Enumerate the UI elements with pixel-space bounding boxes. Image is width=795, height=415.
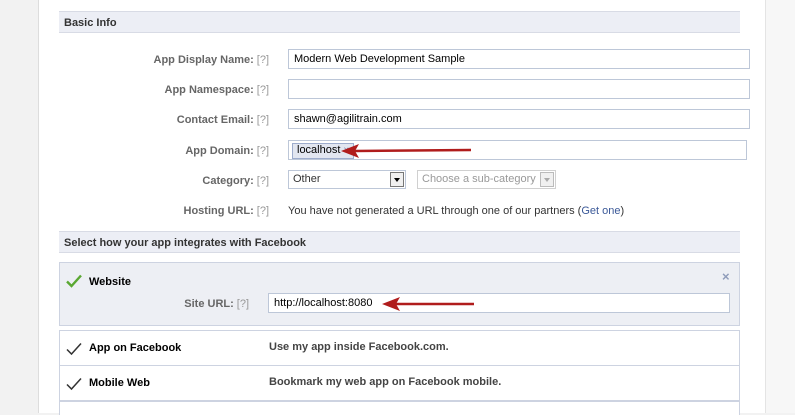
annotation-arrow-icon [341, 144, 472, 158]
website-integration: Website × Site URL: [?] http://localhost:… [59, 262, 740, 326]
contact-email-row: Contact Email: [?] shawn@agilitrain.com [59, 107, 750, 133]
mobile-web-title: Mobile Web [89, 377, 150, 389]
get-one-link[interactable]: Get one [581, 205, 620, 217]
help-link[interactable]: [?] [257, 84, 269, 96]
site-url-input[interactable]: http://localhost:8080 [268, 293, 730, 313]
annotation-arrow-icon [382, 297, 474, 311]
hosting-url-text: You have not generated a URL through one… [288, 205, 625, 217]
app-namespace-row: App Namespace: [?] [59, 77, 750, 103]
check-icon[interactable] [66, 377, 82, 391]
app-display-name-input[interactable]: Modern Web Development Sample [288, 49, 750, 69]
chevron-down-icon [540, 172, 554, 187]
app-on-facebook-title: App on Facebook [89, 342, 182, 354]
help-link[interactable]: [?] [257, 114, 269, 126]
close-icon[interactable]: × [722, 269, 730, 284]
right-gutter [765, 0, 795, 413]
hosting-url-row: Hosting URL: [?] You have not generated a… [59, 198, 740, 224]
contact-email-label: Contact Email: [?] [176, 114, 269, 126]
app-display-name-row: App Display Name: [?] Modern Web Developm… [59, 47, 750, 73]
help-link[interactable]: [?] [257, 205, 269, 217]
help-link[interactable]: [?] [257, 175, 269, 187]
category-label: Category: [?] [202, 175, 269, 187]
mobile-web-description: Bookmark my web app on Facebook mobile. [269, 376, 502, 388]
site-url-label: Site URL: [?] [184, 298, 249, 310]
check-icon[interactable] [66, 342, 82, 356]
integrations-header: Select how your app integrates with Face… [59, 231, 740, 253]
app-domain-label: App Domain: [?] [185, 145, 269, 157]
help-link[interactable]: [?] [257, 54, 269, 66]
check-icon[interactable] [66, 274, 82, 288]
app-namespace-input[interactable] [288, 79, 750, 99]
category-row: Category: [?] Other Choose a sub-category [59, 168, 740, 194]
sub-category-select[interactable]: Choose a sub-category [417, 170, 556, 189]
app-on-facebook-integration[interactable]: App on Facebook Use my app inside Facebo… [59, 330, 740, 366]
chevron-down-icon [390, 172, 404, 187]
app-namespace-label: App Namespace: [?] [164, 84, 270, 96]
help-link[interactable]: [?] [237, 298, 249, 310]
app-settings-panel: Basic Info App Display Name: [?] Modern W… [38, 0, 766, 415]
hosting-url-label: Hosting URL: [?] [183, 205, 270, 217]
app-display-name-label: App Display Name: [?] [153, 54, 269, 66]
basic-info-header: Basic Info [59, 11, 740, 33]
contact-email-input[interactable]: shawn@agilitrain.com [288, 109, 750, 129]
help-link[interactable]: [?] [257, 145, 269, 157]
website-title: Website [89, 276, 131, 288]
mobile-web-integration[interactable]: Mobile Web Bookmark my web app on Facebo… [59, 365, 740, 401]
category-select[interactable]: Other [288, 170, 406, 189]
app-on-facebook-description: Use my app inside Facebook.com. [269, 341, 449, 353]
